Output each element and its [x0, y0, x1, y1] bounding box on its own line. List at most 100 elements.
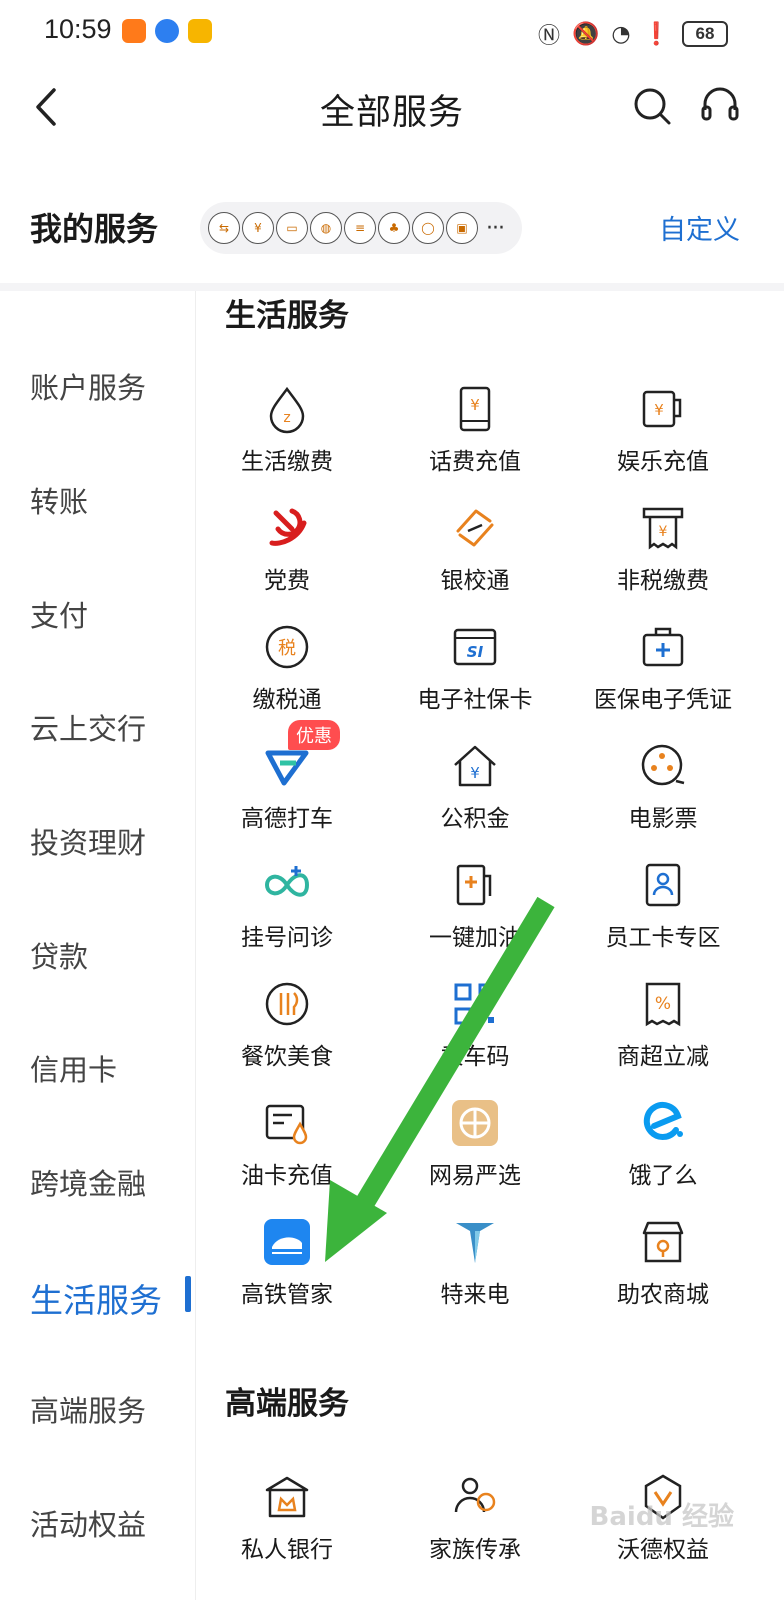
svg-text:z: z	[283, 410, 290, 426]
service-tile[interactable]: 医保电子凭证	[568, 622, 758, 714]
house-yuan-icon: ¥	[454, 745, 496, 787]
service-tile[interactable]: 助农商城	[568, 1217, 758, 1309]
sidebar-item-credit-card[interactable]: 信用卡	[30, 1047, 117, 1089]
discount-badge: 优惠	[288, 720, 340, 750]
service-tile[interactable]: 油卡充值	[192, 1098, 382, 1190]
sidebar-item-cloud-bank[interactable]: 云上交行	[30, 706, 146, 748]
svg-text:¥: ¥	[654, 401, 664, 419]
service-label: 商超立减	[617, 1044, 709, 1070]
service-label: 高铁管家	[241, 1282, 333, 1308]
service-tile[interactable]: % 商超立减	[568, 979, 758, 1071]
svg-text:¥: ¥	[470, 396, 480, 414]
service-tile[interactable]: 银校通	[380, 503, 570, 595]
section-divider	[0, 283, 784, 291]
nfc-icon: Ⓝ	[537, 24, 560, 49]
service-tile[interactable]: 家族传承	[380, 1472, 570, 1564]
shop-icon	[642, 1221, 684, 1263]
service-label: 员工卡专区	[605, 925, 721, 951]
wealth-mini-icon[interactable]: ¥	[242, 212, 274, 244]
my-services-bar: 我的服务 ⇆ ¥ ▭ ◍ ≡ ♣ ◯ ▣ ··· 自定义	[0, 180, 784, 280]
service-label: 医保电子凭证	[594, 687, 732, 713]
health-icon	[264, 866, 310, 897]
service-label: 挂号问诊	[241, 925, 333, 951]
badge-card-icon	[645, 863, 681, 907]
service-label: 特来电	[440, 1282, 510, 1308]
more-icon[interactable]: ···	[486, 216, 505, 241]
service-label: 公积金	[440, 806, 510, 832]
service-tile[interactable]: ¥ 非税缴费	[568, 503, 758, 595]
service-tile[interactable]: 挂号问诊	[192, 860, 382, 952]
card-link-mini-icon[interactable]: ▣	[446, 212, 478, 244]
tree-mini-icon[interactable]: ♣	[378, 212, 410, 244]
fuel-pump-icon	[456, 864, 492, 906]
mug-yuan-icon: ¥	[642, 390, 682, 428]
discount-tag-icon: %	[645, 982, 681, 1027]
service-tile[interactable]: 乘车码	[380, 979, 570, 1071]
bill-mini-icon[interactable]: ≡	[344, 212, 376, 244]
service-label: 饿了么	[628, 1163, 698, 1189]
sidebar-item-life-services[interactable]: 生活服务	[30, 1274, 162, 1322]
life-services-title: 生活服务	[225, 298, 349, 334]
service-label: 私人银行	[241, 1537, 333, 1563]
sidebar-item-payment[interactable]: 支付	[30, 593, 88, 635]
status-bar: 10:59 Ⓝ 🔕 ◔ ❗ 68	[0, 0, 784, 66]
my-services-shortcuts[interactable]: ⇆ ¥ ▭ ◍ ≡ ♣ ◯ ▣ ···	[200, 202, 522, 254]
sidebar-item-cross-border[interactable]: 跨境金融	[30, 1161, 146, 1203]
category-sidebar: 账户服务 转账 支付 云上交行 投资理财 贷款 信用卡 跨境金融 生活服务 高端…	[0, 291, 196, 1600]
medical-kit-icon	[642, 627, 684, 667]
service-tile[interactable]: 高铁管家	[192, 1217, 382, 1309]
service-tile[interactable]: 党费	[192, 503, 382, 595]
service-tile[interactable]: ¥ 公积金	[380, 741, 570, 833]
sidebar-item-transfer[interactable]: 转账	[30, 479, 88, 521]
sidebar-item-premium[interactable]: 高端服务	[30, 1388, 146, 1430]
water-mini-icon[interactable]: ◍	[310, 212, 342, 244]
bank-crown-icon	[265, 1476, 309, 1518]
search-icon[interactable]	[630, 84, 674, 128]
receipt-icon: ¥	[642, 507, 684, 550]
service-tile[interactable]: 餐饮美食	[192, 979, 382, 1071]
service-label: 缴税通	[252, 687, 322, 713]
fuel-card-icon	[265, 1104, 308, 1145]
transfer-mini-icon[interactable]: ⇆	[208, 212, 240, 244]
sidebar-item-investment[interactable]: 投资理财	[30, 820, 146, 862]
service-label: 一键加油	[429, 925, 521, 951]
my-services-title: 我的服务	[30, 210, 159, 248]
service-label: 银校通	[440, 568, 510, 594]
premium-services-title: 高端服务	[225, 1386, 349, 1422]
service-tile[interactable]: 员工卡专区	[568, 860, 758, 952]
family-icon	[454, 1477, 496, 1513]
alert-icon: ❗	[642, 21, 670, 47]
service-tile[interactable]: 高德打车	[192, 741, 382, 833]
service-label: 党费	[264, 568, 310, 594]
svg-text:SI: SI	[467, 643, 484, 661]
service-tile[interactable]: 电影票	[568, 741, 758, 833]
si-card-icon: SI	[453, 628, 497, 666]
service-tile[interactable]: 一键加油	[380, 860, 570, 952]
service-tile[interactable]: ¥ 话费充值	[380, 384, 570, 476]
customer-service-icon[interactable]	[698, 84, 742, 128]
service-tile[interactable]: 网易严选	[380, 1098, 570, 1190]
yanxuan-logo-icon	[452, 1100, 498, 1146]
wifi-icon: ◔	[611, 21, 631, 47]
system-indicators: Ⓝ 🔕 ◔ ❗ 68	[538, 18, 728, 50]
sidebar-item-loan[interactable]: 贷款	[30, 934, 88, 976]
service-tile[interactable]: ¥ 娱乐充值	[568, 384, 758, 476]
service-tile[interactable]: 特来电	[380, 1217, 570, 1309]
browser-app-icon	[155, 19, 179, 43]
status-time: 10:59	[44, 14, 112, 44]
party-emblem-icon	[269, 508, 307, 546]
service-tile[interactable]: SI 电子社保卡	[380, 622, 570, 714]
balloon-mini-icon[interactable]: ◯	[412, 212, 444, 244]
card-mini-icon[interactable]: ▭	[276, 212, 308, 244]
sidebar-item-account[interactable]: 账户服务	[30, 365, 146, 407]
service-tile[interactable]: 饿了么	[568, 1098, 758, 1190]
watermark: Baidu 经验	[589, 1502, 734, 1532]
page-header: 全部服务	[0, 66, 784, 156]
service-tile[interactable]: 私人银行	[192, 1472, 382, 1564]
sidebar-item-activities[interactable]: 活动权益	[30, 1502, 146, 1544]
svg-text:%: %	[655, 994, 671, 1014]
service-tile[interactable]: z 生活缴费	[192, 384, 382, 476]
link-icon	[456, 509, 494, 547]
service-tile[interactable]: 税 缴税通	[192, 622, 382, 714]
customize-link[interactable]: 自定义	[659, 208, 740, 247]
